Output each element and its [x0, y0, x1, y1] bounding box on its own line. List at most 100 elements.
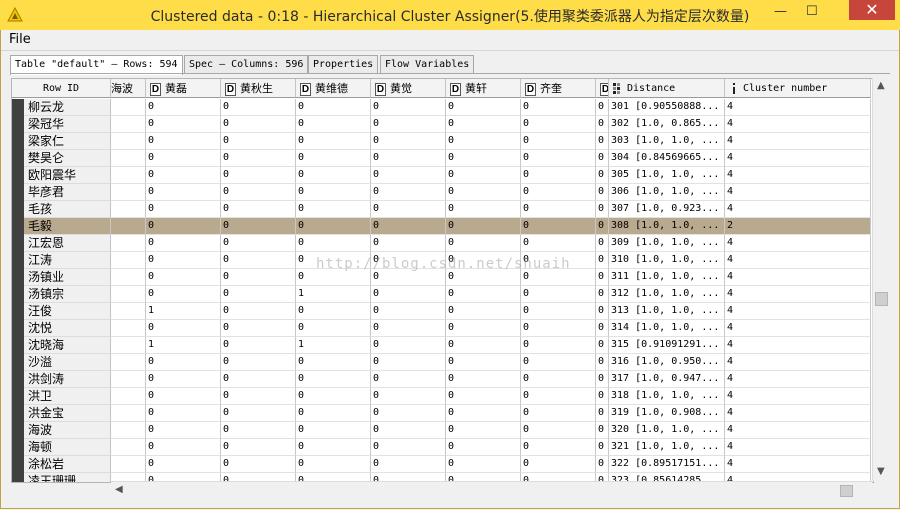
scroll-down-icon[interactable]: ▼	[877, 466, 885, 477]
distance-cell[interactable]: 319 [1.0, 0.908...	[609, 405, 725, 422]
table-cell[interactable]: 0	[521, 422, 596, 439]
table-cell[interactable]: 0	[521, 320, 596, 337]
table-row[interactable]: 汪俊 1 0 0 0 0 0 0 313 [1.0, 1.0, ... 4	[12, 303, 873, 320]
table-cell[interactable]: 0	[371, 320, 446, 337]
table-cell[interactable]: 0	[296, 388, 371, 405]
table-row[interactable]: 江涛 0 0 0 0 0 0 0 310 [1.0, 1.0, ... 4	[12, 252, 873, 269]
row-id-cell[interactable]: 柳云龙	[12, 99, 111, 116]
table-cell[interactable]	[111, 133, 146, 150]
cluster-number-cell[interactable]: 4	[725, 354, 871, 371]
table-cell[interactable]: 0	[296, 303, 371, 320]
table-cell[interactable]: 0	[296, 133, 371, 150]
table-cell[interactable]: 0	[446, 235, 521, 252]
table-cell[interactable]: 0	[596, 235, 609, 252]
scroll-up-icon[interactable]: ▲	[877, 80, 885, 91]
table-cell[interactable]: 0	[221, 218, 296, 235]
table-row[interactable]: 沈晓海 1 0 1 0 0 0 0 315 [0.91091291... 4	[12, 337, 873, 354]
table-cell[interactable]: 0	[146, 354, 221, 371]
table-cell[interactable]: 0	[446, 150, 521, 167]
vertical-scroll-thumb[interactable]	[875, 292, 888, 306]
row-id-cell[interactable]: 江宏恩	[12, 235, 111, 252]
table-cell[interactable]: 0	[296, 184, 371, 201]
distance-cell[interactable]: 303 [1.0, 1.0, ...	[609, 133, 725, 150]
cluster-number-cell[interactable]: 4	[725, 167, 871, 184]
table-cell[interactable]: 0	[221, 405, 296, 422]
table-row[interactable]: 江宏恩 0 0 0 0 0 0 0 309 [1.0, 1.0, ... 4	[12, 235, 873, 252]
table-row[interactable]: 欧阳震华 0 0 0 0 0 0 0 305 [1.0, 1.0, ... 4	[12, 167, 873, 184]
table-row[interactable]: 梁冠华 0 0 0 0 0 0 0 302 [1.0, 0.865... 4	[12, 116, 873, 133]
table-cell[interactable]: 0	[146, 201, 221, 218]
table-cell[interactable]: 0	[596, 439, 609, 456]
cluster-number-cell[interactable]: 4	[725, 439, 871, 456]
header-column[interactable]: D 黄秋生	[221, 79, 296, 98]
row-id-cell[interactable]: 沈晓海	[12, 337, 111, 354]
table-cell[interactable]: 0	[146, 320, 221, 337]
table-cell[interactable]: 0	[521, 150, 596, 167]
distance-cell[interactable]: 313 [1.0, 1.0, ...	[609, 303, 725, 320]
row-id-cell[interactable]: 沈悦	[12, 320, 111, 337]
cluster-number-cell[interactable]: 4	[725, 99, 871, 116]
menu-file[interactable]: File	[9, 32, 31, 47]
table-cell[interactable]: 0	[221, 320, 296, 337]
table-row[interactable]: 洪剑涛 0 0 0 0 0 0 0 317 [1.0, 0.947... 4	[12, 371, 873, 388]
row-id-cell[interactable]: 洪卫	[12, 388, 111, 405]
table-cell[interactable]: 0	[446, 439, 521, 456]
table-cell[interactable]	[111, 405, 146, 422]
table-cell[interactable]: 0	[146, 439, 221, 456]
table-cell[interactable]: 0	[146, 218, 221, 235]
row-id-cell[interactable]: 毛毅	[12, 218, 111, 235]
row-id-cell[interactable]: 樊昊仑	[12, 150, 111, 167]
table-cell[interactable]: 0	[446, 184, 521, 201]
table-cell[interactable]: 0	[146, 99, 221, 116]
header-cluster-number[interactable]: Cluster number	[725, 79, 871, 98]
minimize-button[interactable]: —	[766, 0, 794, 22]
table-cell[interactable]: 0	[446, 99, 521, 116]
table-cell[interactable]: 0	[296, 439, 371, 456]
header-column[interactable]: D 齐奎	[521, 79, 596, 98]
table-cell[interactable]: 0	[521, 303, 596, 320]
table-cell[interactable]: 0	[446, 388, 521, 405]
row-id-cell[interactable]: 洪金宝	[12, 405, 111, 422]
table-cell[interactable]: 0	[146, 252, 221, 269]
header-column[interactable]: D 黄维德	[296, 79, 371, 98]
table-cell[interactable]: 0	[596, 286, 609, 303]
table-row[interactable]: 毛孩 0 0 0 0 0 0 0 307 [1.0, 0.923... 4	[12, 201, 873, 218]
table-cell[interactable]: 0	[296, 371, 371, 388]
table-cell[interactable]: 0	[146, 286, 221, 303]
table-cell[interactable]: 0	[521, 337, 596, 354]
table-cell[interactable]: 0	[446, 218, 521, 235]
table-cell[interactable]: 0	[521, 252, 596, 269]
table-cell[interactable]: 0	[221, 99, 296, 116]
row-id-cell[interactable]: 凌玉珊珊	[12, 473, 111, 482]
header-column[interactable]: D 黄觉	[371, 79, 446, 98]
table-cell[interactable]: 0	[371, 235, 446, 252]
tab-properties[interactable]: Properties	[308, 55, 379, 74]
table-cell[interactable]: 0	[221, 456, 296, 473]
table-cell[interactable]: 0	[521, 286, 596, 303]
cluster-number-cell[interactable]: 4	[725, 337, 871, 354]
table-cell[interactable]: 0	[221, 167, 296, 184]
table-cell[interactable]: 0	[221, 116, 296, 133]
table-cell[interactable]: 0	[446, 371, 521, 388]
table-cell[interactable]: 0	[296, 150, 371, 167]
table-cell[interactable]: 0	[221, 269, 296, 286]
table-cell[interactable]: 0	[596, 388, 609, 405]
distance-cell[interactable]: 322 [0.89517151...	[609, 456, 725, 473]
table-cell[interactable]: 0	[371, 439, 446, 456]
table-cell[interactable]: 0	[296, 252, 371, 269]
cluster-number-cell[interactable]: 4	[725, 371, 871, 388]
table-cell[interactable]: 0	[521, 99, 596, 116]
table-cell[interactable]: 0	[596, 337, 609, 354]
table-cell[interactable]: 0	[521, 405, 596, 422]
table-cell[interactable]: 0	[446, 337, 521, 354]
table-cell[interactable]: 0	[296, 354, 371, 371]
table-cell[interactable]: 0	[521, 354, 596, 371]
cluster-number-cell[interactable]: 4	[725, 133, 871, 150]
table-cell[interactable]: 0	[371, 388, 446, 405]
horizontal-scroll-thumb[interactable]	[840, 485, 853, 497]
table-cell[interactable]: 1	[146, 303, 221, 320]
table-row[interactable]: 海顿 0 0 0 0 0 0 0 321 [1.0, 1.0, ... 4	[12, 439, 873, 456]
table-cell[interactable]: 0	[221, 337, 296, 354]
table-row[interactable]: 毛毅 0 0 0 0 0 0 0 308 [1.0, 1.0, ... 2	[12, 218, 873, 235]
table-cell[interactable]: 0	[221, 439, 296, 456]
